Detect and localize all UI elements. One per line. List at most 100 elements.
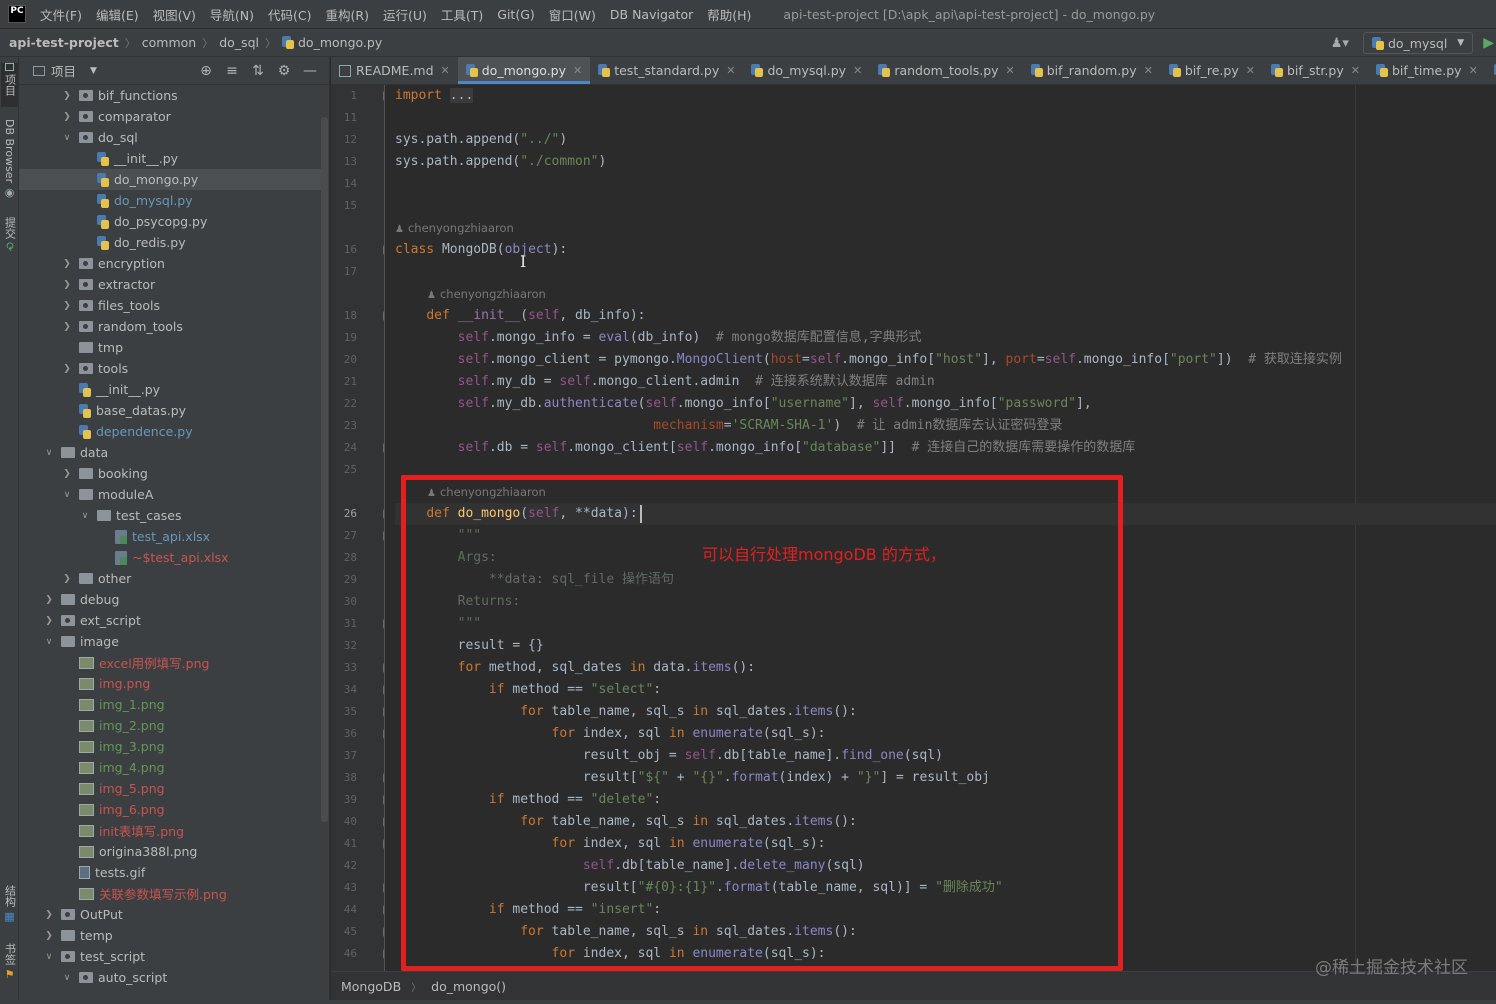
breadcrumb-project[interactable]: api-test-project bbox=[9, 35, 119, 50]
close-icon[interactable]: ✕ bbox=[1144, 64, 1153, 77]
breadcrumb-do-sql[interactable]: do_sql bbox=[219, 35, 259, 50]
tree-item[interactable]: ❯ random_tools bbox=[19, 316, 321, 337]
code-line[interactable]: for index, sql in enumerate(sql_s): bbox=[395, 943, 826, 965]
chevron-down-icon[interactable]: ▼ bbox=[90, 66, 97, 76]
close-icon[interactable]: ✕ bbox=[726, 64, 735, 77]
tree-item[interactable]: do_mongo.py bbox=[19, 169, 321, 190]
fold-marker-icon[interactable] bbox=[383, 729, 384, 739]
code-line[interactable]: result["#{0}:{1}".format(table_name, sql… bbox=[395, 877, 1003, 899]
code-line[interactable]: if method == "delete": bbox=[395, 789, 661, 811]
chevron-down-icon[interactable]: ∨ bbox=[61, 490, 73, 500]
fold-marker-icon[interactable] bbox=[383, 663, 384, 673]
tree-item[interactable]: excel用例填写.png bbox=[19, 652, 321, 673]
chevron-right-icon[interactable]: ❯ bbox=[61, 91, 73, 101]
code-line[interactable]: class MongoDB(object): bbox=[395, 239, 567, 261]
menu-item[interactable]: 导航(N) bbox=[210, 5, 254, 24]
chevron-right-icon[interactable]: ❯ bbox=[43, 931, 55, 941]
target-icon[interactable]: ⊕ bbox=[193, 63, 219, 79]
tree-item[interactable]: img_4.png bbox=[19, 757, 321, 778]
breadcrumb-file[interactable]: do_mongo.py bbox=[298, 35, 382, 50]
menu-item[interactable]: 代码(C) bbox=[268, 5, 311, 24]
tree-item[interactable]: ❯ files_tools bbox=[19, 295, 321, 316]
chevron-right-icon[interactable]: ❯ bbox=[61, 574, 73, 584]
code-line[interactable]: for table_name, sql_s in sql_dates.items… bbox=[395, 701, 857, 723]
fold-marker-icon[interactable] bbox=[383, 817, 384, 827]
breadcrumb-method[interactable]: do_mongo() bbox=[431, 979, 506, 994]
chevron-right-icon[interactable]: ❯ bbox=[43, 595, 55, 605]
tree-item[interactable]: __init__.py bbox=[19, 379, 321, 400]
code-author-hint[interactable]: ♟ chenyongzhiaaron bbox=[395, 217, 514, 239]
fold-marker-icon[interactable] bbox=[383, 685, 384, 695]
breadcrumb-class[interactable]: MongoDB bbox=[341, 979, 401, 994]
code-line[interactable]: for table_name, sql_s in sql_dates.items… bbox=[395, 921, 857, 943]
code-line[interactable]: import ... bbox=[395, 85, 474, 107]
close-icon[interactable]: ✕ bbox=[441, 64, 450, 77]
code-line[interactable]: result = {} bbox=[395, 635, 544, 657]
tree-item[interactable]: ❯ other bbox=[19, 568, 321, 589]
editor-tab[interactable]: README.md ✕ bbox=[331, 57, 458, 84]
code-line[interactable]: for table_name, sql_s in sql_dates.items… bbox=[395, 811, 857, 833]
chevron-right-icon[interactable]: ❯ bbox=[61, 469, 73, 479]
editor-tab[interactable]: bif_time.py ✕ bbox=[1368, 57, 1486, 84]
tool-tab-structure[interactable]: 结构 ▦ bbox=[1, 885, 18, 931]
fold-marker-icon[interactable] bbox=[383, 509, 384, 519]
chevron-right-icon[interactable]: ❯ bbox=[43, 910, 55, 920]
tree-item[interactable]: ∨ do_sql bbox=[19, 127, 321, 148]
tree-item[interactable]: ❯ extractor bbox=[19, 274, 321, 295]
code-editor[interactable]: import ... sys.path.append("../") sys.path… bbox=[386, 85, 1496, 971]
user-icon[interactable]: ♟▾ bbox=[1331, 36, 1349, 51]
code-line[interactable]: self.my_db.authenticate(self.mongo_info[… bbox=[395, 393, 1092, 415]
tree-item[interactable]: ❯ comparator bbox=[19, 106, 321, 127]
menu-item[interactable]: 帮助(H) bbox=[707, 5, 751, 24]
close-icon[interactable]: ✕ bbox=[1469, 64, 1478, 77]
code-line[interactable]: def __init__(self, db_info): bbox=[395, 305, 645, 327]
fold-marker-icon[interactable] bbox=[383, 707, 384, 717]
fold-marker-icon[interactable] bbox=[383, 883, 384, 893]
menu-item[interactable]: 视图(V) bbox=[153, 5, 196, 24]
tree-item[interactable]: ~$test_api.xlsx bbox=[19, 547, 321, 568]
tree-item[interactable]: __init__.py bbox=[19, 148, 321, 169]
collapse-all-icon[interactable]: ≡ bbox=[219, 63, 245, 79]
tree-item[interactable]: img_5.png bbox=[19, 778, 321, 799]
code-line[interactable]: Returns: bbox=[395, 591, 521, 613]
tree-item[interactable]: ∨ test_script bbox=[19, 946, 321, 967]
tree-item[interactable]: base_datas.py bbox=[19, 400, 321, 421]
chevron-down-icon[interactable]: ∨ bbox=[43, 952, 55, 962]
chevron-right-icon[interactable]: ❯ bbox=[61, 280, 73, 290]
tree-item[interactable]: ❯ tools bbox=[19, 358, 321, 379]
tool-tab-project[interactable]: 项目 bbox=[1, 63, 18, 107]
tree-item[interactable]: test_api.xlsx bbox=[19, 526, 321, 547]
chevron-down-icon[interactable]: ∨ bbox=[43, 448, 55, 458]
tree-item[interactable]: ❯ booking bbox=[19, 463, 321, 484]
tree-item[interactable]: ❯ bif_functions bbox=[19, 85, 321, 106]
close-icon[interactable]: ✕ bbox=[1006, 64, 1015, 77]
gear-icon[interactable]: ⚙ bbox=[271, 63, 297, 79]
code-author-hint[interactable]: ♟ chenyongzhiaaron bbox=[427, 283, 546, 305]
menu-item[interactable]: 重构(R) bbox=[326, 5, 369, 24]
tree-item[interactable]: ∨ test_cases bbox=[19, 505, 321, 526]
tool-tab-db-browser[interactable]: DB Browser ◉ bbox=[1, 119, 18, 203]
menu-item[interactable]: 窗口(W) bbox=[549, 5, 596, 24]
fold-marker-icon[interactable] bbox=[383, 839, 384, 849]
chevron-right-icon[interactable]: ❯ bbox=[61, 322, 73, 332]
menu-item[interactable]: 文件(F) bbox=[40, 5, 82, 24]
project-tree-scrollbar[interactable] bbox=[321, 117, 328, 822]
fold-marker-icon[interactable] bbox=[383, 245, 384, 255]
run-config-select[interactable]: do_mysql ▼ bbox=[1362, 32, 1474, 54]
code-line[interactable]: self.my_db = self.mongo_client.admin # 连… bbox=[395, 371, 935, 393]
menu-item[interactable]: 工具(T) bbox=[441, 5, 483, 24]
tool-tab-commit[interactable]: 提交 ⟳ bbox=[1, 217, 18, 259]
tool-tab-bookmarks[interactable]: 书签 ⚑ bbox=[1, 943, 18, 989]
project-panel-title[interactable]: 项目 bbox=[51, 61, 76, 80]
tree-item[interactable]: img_3.png bbox=[19, 736, 321, 757]
tree-item[interactable]: img_1.png bbox=[19, 694, 321, 715]
close-icon[interactable]: ✕ bbox=[573, 64, 582, 77]
tree-item[interactable]: do_redis.py bbox=[19, 232, 321, 253]
tree-item[interactable]: ∨ auto_script bbox=[19, 967, 321, 988]
code-line[interactable]: def do_mongo(self, **data): bbox=[395, 503, 1496, 525]
minimize-icon[interactable]: — bbox=[297, 63, 323, 79]
fold-marker-icon[interactable] bbox=[383, 91, 384, 101]
code-line[interactable]: sys.path.append("./common") bbox=[395, 151, 606, 173]
fold-marker-icon[interactable] bbox=[383, 949, 384, 959]
code-line[interactable]: """ bbox=[395, 613, 481, 635]
